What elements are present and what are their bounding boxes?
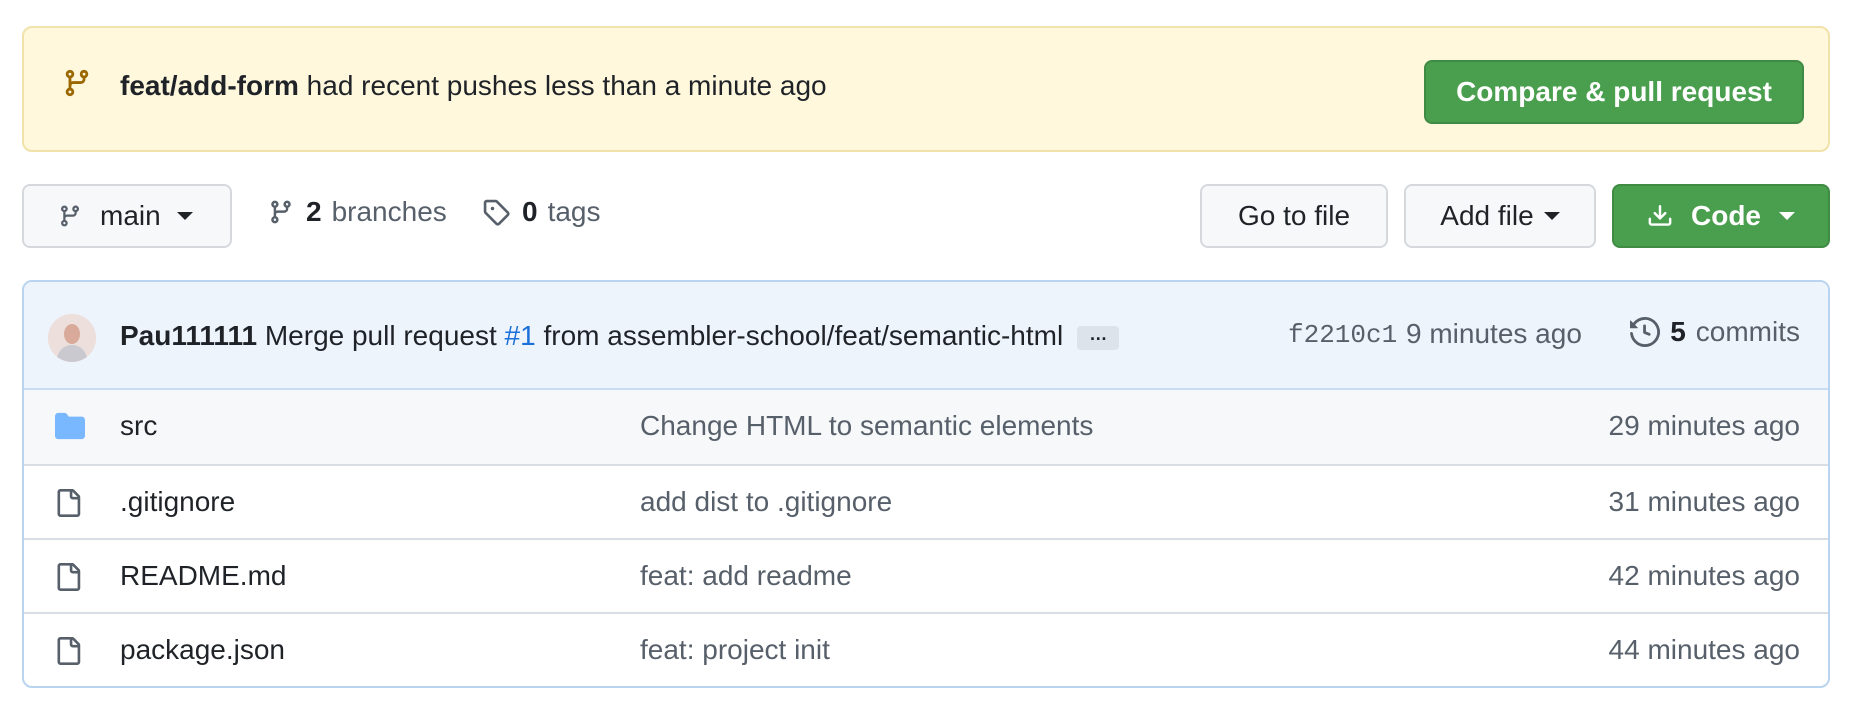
file-row[interactable]: package.json feat: project init 44 minut… [24, 612, 1828, 686]
commit-message-suffix[interactable]: from assembler-school/feat/semantic-html [536, 320, 1063, 351]
file-icon [54, 635, 84, 667]
file-commit-message[interactable]: add dist to .gitignore [640, 484, 892, 520]
add-file-button[interactable]: Add file [1404, 184, 1596, 248]
branches-count: 2 [306, 196, 322, 227]
file-row[interactable]: src Change HTML to semantic elements 29 … [24, 390, 1828, 464]
pull-request-link[interactable]: #1 [505, 320, 536, 351]
recent-push-banner: feat/add-form had recent pushes less tha… [22, 26, 1830, 152]
avatar[interactable] [48, 314, 96, 362]
branches-label: branches [331, 196, 447, 227]
banner-branch-name[interactable]: feat/add-form [120, 70, 299, 101]
code-button[interactable]: Code [1612, 184, 1830, 248]
file-row[interactable]: README.md feat: add readme 42 minutes ag… [24, 538, 1828, 612]
commits-count: 5 [1670, 316, 1686, 347]
commits-label: commits [1695, 316, 1800, 347]
git-branch-icon [58, 202, 82, 230]
file-icon [54, 487, 84, 519]
file-icon [54, 561, 84, 593]
commit-message-prefix[interactable]: Merge pull request [257, 320, 504, 351]
file-commit-time: 44 minutes ago [1608, 634, 1800, 665]
add-file-label: Add file [1440, 200, 1534, 231]
file-name[interactable]: package.json [120, 632, 285, 668]
chevron-down-icon [176, 212, 193, 220]
file-commit-message[interactable]: Change HTML to semantic elements [640, 408, 1093, 444]
commit-author[interactable]: Pau111111 [120, 320, 257, 351]
chevron-down-icon [1543, 212, 1560, 220]
branches-link[interactable]: 2 branches [268, 196, 447, 228]
tags-label: tags [547, 196, 601, 227]
file-commit-time: 31 minutes ago [1608, 486, 1800, 517]
file-commit-time: 29 minutes ago [1608, 410, 1800, 441]
file-browser: Pau111111 Merge pull request #1 from ass… [22, 280, 1830, 688]
git-branch-icon [268, 197, 294, 227]
banner-text: feat/add-form had recent pushes less tha… [120, 68, 827, 104]
go-to-file-button[interactable]: Go to file [1200, 184, 1388, 248]
latest-commit-bar: Pau111111 Merge pull request #1 from ass… [24, 282, 1828, 390]
go-to-file-label: Go to file [1237, 200, 1351, 231]
chevron-down-icon [1779, 212, 1795, 220]
tags-link[interactable]: 0 tags [482, 196, 601, 228]
file-commit-message[interactable]: feat: project init [640, 632, 830, 668]
banner-message: had recent pushes less than a minute ago [298, 70, 827, 101]
branch-select-button[interactable]: main [22, 184, 232, 248]
folder-icon [54, 411, 85, 443]
file-name[interactable]: src [120, 408, 157, 444]
commit-sha[interactable]: f2210c1 [1288, 320, 1397, 350]
file-row[interactable]: .gitignore add dist to .gitignore 31 min… [24, 464, 1828, 538]
branch-select-label: main [100, 200, 161, 231]
commit-time: 9 minutes ago [1406, 318, 1582, 349]
download-icon [1647, 202, 1673, 230]
file-commit-time: 42 minutes ago [1608, 560, 1800, 591]
compare-pull-request-button[interactable]: Compare & pull request [1424, 60, 1804, 124]
commit-message: Pau111111 Merge pull request #1 from ass… [120, 318, 1120, 354]
code-label: Code [1691, 200, 1761, 231]
tag-icon [482, 198, 510, 226]
expand-commit-message-button[interactable]: … [1077, 325, 1120, 350]
tags-count: 0 [522, 196, 538, 227]
file-name[interactable]: README.md [120, 558, 286, 594]
file-commit-message[interactable]: feat: add readme [640, 558, 852, 594]
git-branch-icon [62, 66, 92, 100]
file-name[interactable]: .gitignore [120, 484, 235, 520]
history-icon [1630, 317, 1661, 347]
commits-history-link[interactable]: 5 commits [1630, 316, 1800, 348]
